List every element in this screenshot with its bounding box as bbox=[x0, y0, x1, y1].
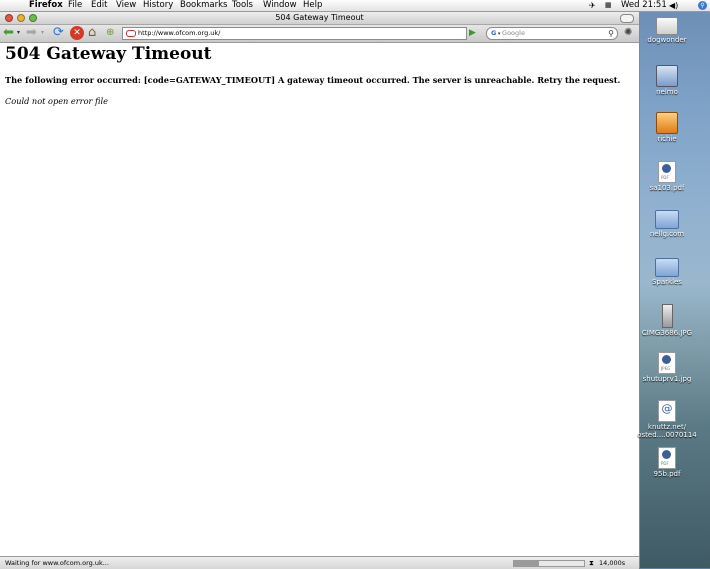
home-folder-icon bbox=[656, 112, 678, 134]
url-bar[interactable]: http://www.ofcom.org.uk/ bbox=[122, 27, 467, 40]
forward-arrow-icon[interactable]: ➡ bbox=[26, 26, 37, 40]
search-placeholder: Google bbox=[502, 29, 525, 37]
desktop-icon-label: sa103.pdf bbox=[649, 184, 685, 192]
menu-window[interactable]: Window bbox=[263, 0, 297, 11]
title-bar[interactable]: 504 Gateway Timeout bbox=[0, 12, 639, 25]
minimize-window-button[interactable] bbox=[17, 14, 25, 22]
navigation-toolbar: ⬅ ▾ ➡ ▾ ⟳ ✕ ⌂ ⊕ http://www.ofcom.org.uk/… bbox=[0, 25, 639, 43]
window-title: 504 Gateway Timeout bbox=[275, 13, 364, 22]
menu-app-name[interactable]: Firefox bbox=[29, 0, 63, 11]
desktop-icon-label: nellg.com bbox=[649, 230, 685, 238]
hard-drive-icon bbox=[656, 17, 678, 35]
image-file-icon bbox=[661, 304, 673, 328]
back-arrow-icon[interactable]: ⬅ bbox=[3, 26, 14, 40]
desktop-icon-nellg-com[interactable]: nellg.com bbox=[632, 210, 702, 238]
close-window-button[interactable] bbox=[5, 14, 13, 22]
clock[interactable]: Wed 21:51 bbox=[621, 0, 667, 11]
desktop-icon-sparkles[interactable]: Sparkles bbox=[632, 258, 702, 286]
desktop-icon-label: dogwonder bbox=[647, 36, 687, 44]
desktop-icon-label: knuttz.net/ bbox=[647, 423, 687, 431]
webloc-at-icon: @ bbox=[658, 400, 676, 422]
load-timing: 14,000s bbox=[599, 559, 626, 567]
desktop-icon-dogwonder[interactable]: dogwonder bbox=[632, 17, 702, 44]
menu-help[interactable]: Help bbox=[303, 0, 322, 11]
idisk-icon bbox=[656, 65, 678, 87]
desktop-icon-shutuprv1-jpg[interactable]: JPEG shutuprv1.jpg bbox=[632, 352, 702, 383]
menu-edit[interactable]: Edit bbox=[91, 0, 107, 11]
desktop-icon-richie[interactable]: richie bbox=[632, 112, 702, 143]
desktop-icon-95b-pdf[interactable]: PDF 95b.pdf bbox=[632, 447, 702, 478]
status-text: Waiting for www.ofcom.org.uk... bbox=[5, 559, 109, 567]
folder-icon bbox=[655, 258, 679, 277]
pending-icon: ⧗ bbox=[589, 559, 594, 567]
page-content: 504 Gateway Timeout The following error … bbox=[0, 43, 639, 556]
desktop-icon-cimg3686-jpg[interactable]: CIMG3686.JPG bbox=[632, 304, 702, 337]
script-menu-icon[interactable]: ✈ bbox=[589, 0, 596, 11]
progress-bar bbox=[513, 560, 585, 567]
search-input[interactable]: G ▾ Google ⚲ bbox=[486, 27, 618, 40]
input-menu-flag-icon[interactable]: ▦ bbox=[605, 0, 612, 11]
pdf-document-icon: PDF bbox=[658, 447, 676, 469]
jpeg-document-icon: JPEG bbox=[658, 352, 676, 374]
home-icon[interactable]: ⌂ bbox=[88, 26, 96, 40]
page-title: 504 Gateway Timeout bbox=[5, 44, 212, 64]
menu-history[interactable]: History bbox=[143, 0, 173, 11]
desktop-icon-label-line2: osted....0070114 bbox=[637, 431, 697, 439]
url-text[interactable]: http://www.ofcom.org.uk/ bbox=[138, 29, 220, 37]
desktop-icon-label: Sparkles bbox=[651, 278, 682, 286]
desktop-icon-label: richie bbox=[657, 135, 677, 143]
menu-file[interactable]: File bbox=[68, 0, 82, 11]
spotlight-icon[interactable]: ⚲ bbox=[698, 1, 707, 10]
desktop-icon-nelmo[interactable]: nelmo bbox=[632, 65, 702, 96]
menu-tools[interactable]: Tools bbox=[232, 0, 253, 11]
progress-fill bbox=[514, 561, 539, 566]
desktop-icon-label: shutuprv1.jpg bbox=[642, 375, 692, 383]
desktop-icon-label: CIMG3686.JPG bbox=[641, 329, 693, 337]
stop-icon[interactable]: ✕ bbox=[70, 26, 84, 40]
menu-bar: Firefox File Edit View History Bookmarks… bbox=[0, 0, 710, 12]
search-magnifier-icon[interactable]: ⚲ bbox=[608, 28, 614, 39]
desktop-icon-label: 95b.pdf bbox=[653, 470, 681, 478]
status-bar: Waiting for www.ofcom.org.uk... ⧗ 14,000… bbox=[0, 556, 639, 569]
bookmark-icon[interactable]: ⊕ bbox=[106, 26, 114, 40]
pdf-document-icon: PDF bbox=[658, 161, 676, 183]
go-arrow-icon[interactable]: ▶ bbox=[469, 27, 479, 39]
folder-icon bbox=[655, 210, 679, 229]
error-file-note: Could not open error file bbox=[5, 96, 108, 106]
back-history-chevron-icon[interactable]: ▾ bbox=[17, 26, 20, 40]
desktop-icon-label: nelmo bbox=[656, 88, 678, 96]
desktop-icon-sa103-pdf[interactable]: PDF sa103.pdf bbox=[632, 161, 702, 192]
menu-bookmarks[interactable]: Bookmarks bbox=[180, 0, 228, 11]
reload-icon[interactable]: ⟳ bbox=[53, 26, 64, 40]
forward-history-chevron-icon[interactable]: ▾ bbox=[41, 26, 44, 40]
site-favicon-icon bbox=[126, 30, 136, 37]
volume-icon[interactable]: ◀) bbox=[669, 0, 678, 11]
error-message: The following error occurred: [code=GATE… bbox=[5, 75, 621, 85]
desktop-icon-knuttz-webloc[interactable]: @ knuttz.net/ osted....0070114 bbox=[632, 400, 702, 439]
browser-window: 504 Gateway Timeout ⬅ ▾ ➡ ▾ ⟳ ✕ ⌂ ⊕ http… bbox=[0, 12, 640, 569]
zoom-window-button[interactable] bbox=[29, 14, 37, 22]
menu-view[interactable]: View bbox=[116, 0, 136, 11]
